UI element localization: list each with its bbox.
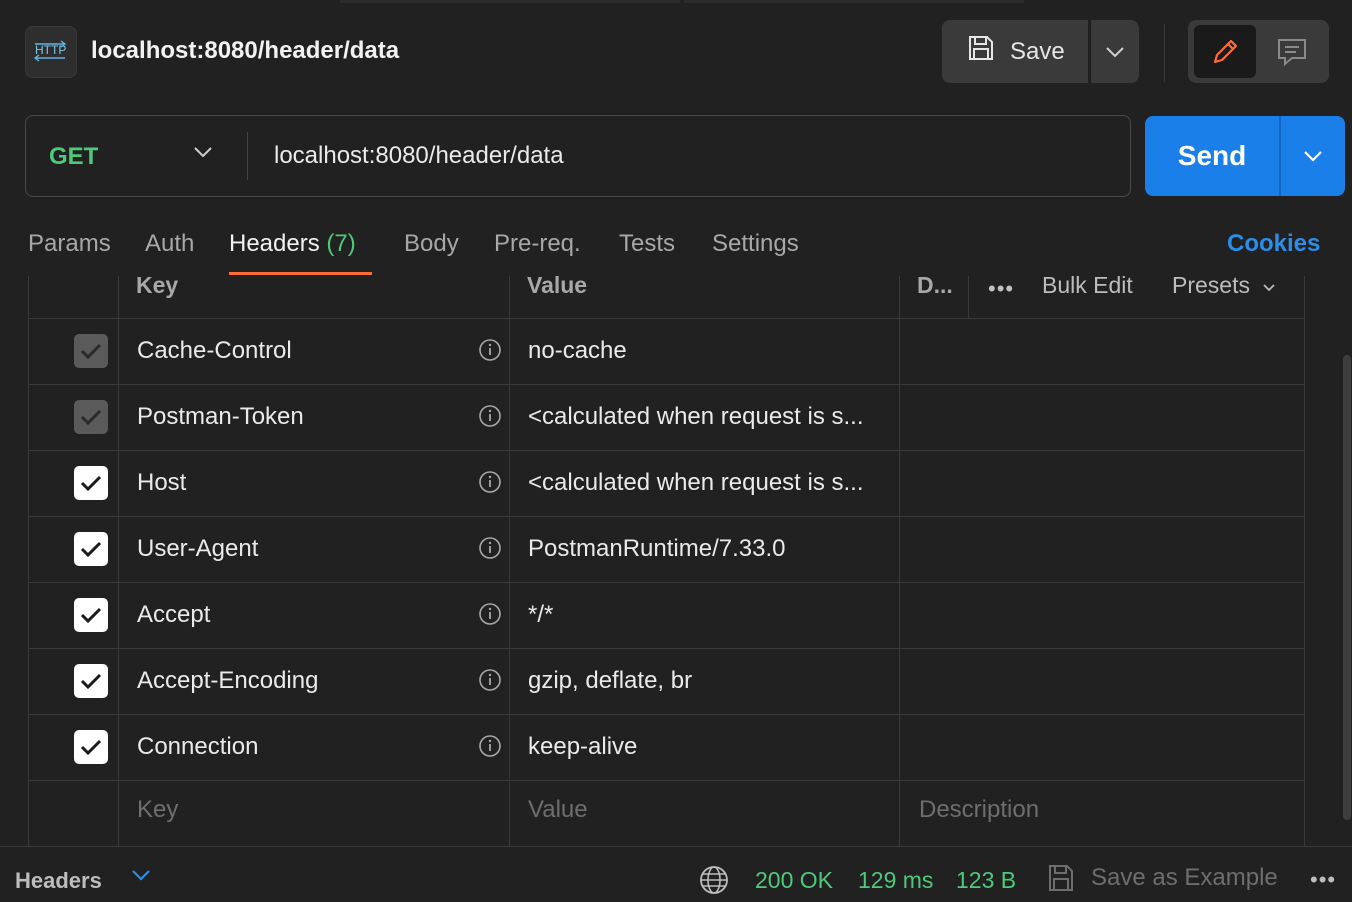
column-header-description: D...	[917, 272, 953, 298]
column-header-key: Key	[136, 272, 179, 298]
tab-headers-label: Headers	[229, 230, 320, 257]
tab-strip-segment	[340, 0, 680, 3]
table-row: User-Agent PostmanRuntime/7.33.0	[28, 516, 1305, 582]
checkmark-icon	[80, 673, 102, 690]
edit-mode-button[interactable]	[1194, 25, 1256, 78]
header-value: <calculated when request is s...	[528, 469, 864, 496]
col-divider	[968, 276, 969, 318]
more-options-icon[interactable]: •••	[988, 276, 1014, 302]
header-key: Cache-Control	[137, 337, 292, 364]
info-icon[interactable]	[478, 734, 502, 763]
method-select[interactable]: GET	[49, 143, 98, 171]
header-value: PostmanRuntime/7.33.0	[528, 535, 786, 562]
response-time[interactable]: 129 ms	[858, 867, 933, 894]
url-input[interactable]: localhost:8080/header/data	[274, 142, 564, 170]
tab-pre-request[interactable]: Pre-req.	[494, 230, 581, 258]
tab-headers-count: (7)	[326, 230, 356, 257]
more-options-icon[interactable]: •••	[1310, 867, 1336, 893]
row-checkbox[interactable]	[74, 466, 108, 500]
table-row: Cache-Control no-cache	[28, 318, 1305, 384]
checkmark-icon	[80, 409, 102, 426]
table-row: Postman-Token <calculated when request i…	[28, 384, 1305, 450]
info-icon[interactable]	[478, 668, 502, 697]
response-section-select[interactable]: Headers	[15, 868, 102, 894]
toolbar-divider	[1164, 24, 1165, 82]
table-row: Accept */*	[28, 582, 1305, 648]
svg-text:HTTP: HTTP	[35, 43, 66, 57]
comments-button[interactable]	[1262, 25, 1322, 78]
header-value: no-cache	[528, 337, 627, 364]
row-checkbox[interactable]	[74, 400, 108, 434]
active-tab-indicator	[229, 272, 372, 275]
tab-auth[interactable]: Auth	[145, 230, 194, 258]
url-divider	[247, 132, 248, 180]
globe-icon[interactable]	[698, 864, 730, 901]
checkmark-icon	[80, 607, 102, 624]
checkmark-icon	[80, 739, 102, 756]
info-icon[interactable]	[478, 470, 502, 499]
info-icon[interactable]	[478, 536, 502, 565]
checkmark-icon	[80, 541, 102, 558]
header-value: gzip, deflate, br	[528, 667, 693, 694]
row-checkbox[interactable]	[74, 532, 108, 566]
tab-tests[interactable]: Tests	[619, 230, 675, 258]
header-value: */*	[528, 601, 554, 628]
send-options-button[interactable]	[1281, 116, 1345, 196]
new-key-input[interactable]: Key	[137, 796, 178, 824]
header-value: keep-alive	[528, 733, 638, 760]
column-header-value: Value	[527, 272, 588, 298]
header-key: Accept	[137, 601, 211, 628]
save-icon	[966, 33, 996, 70]
save-button[interactable]: Save	[942, 20, 1088, 83]
header-key: User-Agent	[137, 535, 259, 562]
comment-icon	[1278, 38, 1306, 66]
chevron-down-icon	[1106, 46, 1124, 57]
url-bar	[25, 115, 1131, 197]
save-as-example-button[interactable]: Save as Example	[1091, 864, 1278, 892]
new-description-input[interactable]: Description	[919, 796, 1039, 824]
header-key: Postman-Token	[137, 403, 304, 430]
http-icon: HTTP	[25, 26, 77, 78]
request-title[interactable]: localhost:8080/header/data	[91, 37, 399, 65]
table-row: Host <calculated when request is s...	[28, 450, 1305, 516]
pencil-icon	[1213, 39, 1238, 63]
new-value-input[interactable]: Value	[528, 796, 588, 824]
header-value: <calculated when request is s...	[528, 403, 864, 430]
table-row: Accept-Encoding gzip, deflate, br	[28, 648, 1305, 714]
presets-label: Presets	[1172, 272, 1250, 298]
header-key: Connection	[137, 733, 259, 760]
header-key: Accept-Encoding	[137, 667, 319, 694]
tab-params[interactable]: Params	[28, 230, 111, 258]
tab-body[interactable]: Body	[404, 230, 459, 258]
tab-settings[interactable]: Settings	[712, 230, 799, 258]
save-options-button[interactable]	[1091, 20, 1139, 83]
save-icon	[1046, 862, 1076, 899]
tab-strip-segment	[684, 0, 1024, 3]
row-checkbox[interactable]	[74, 334, 108, 368]
chevron-down-icon[interactable]	[130, 868, 152, 887]
new-header-row: Key Value Description	[28, 780, 1305, 846]
table-row: Connection keep-alive	[28, 714, 1305, 780]
checkmark-icon	[80, 475, 102, 492]
row-checkbox[interactable]	[74, 598, 108, 632]
presets-dropdown[interactable]: Presets	[1172, 272, 1276, 299]
header-key: Host	[137, 469, 187, 496]
info-icon[interactable]	[478, 338, 502, 367]
info-icon[interactable]	[478, 404, 502, 433]
chevron-down-icon[interactable]	[192, 145, 214, 164]
save-label: Save	[1010, 37, 1065, 65]
send-button[interactable]: Send	[1145, 116, 1279, 196]
row-checkbox[interactable]	[74, 730, 108, 764]
scrollbar[interactable]	[1343, 355, 1351, 820]
chevron-down-icon	[1263, 284, 1276, 292]
tab-headers[interactable]: Headers (7)	[229, 230, 356, 258]
chevron-down-icon	[1304, 151, 1322, 162]
row-checkbox[interactable]	[74, 664, 108, 698]
cookies-link[interactable]: Cookies	[1227, 230, 1320, 258]
bulk-edit-button[interactable]: Bulk Edit	[1042, 272, 1133, 299]
checkmark-icon	[80, 343, 102, 360]
info-icon[interactable]	[478, 602, 502, 631]
response-size[interactable]: 123 B	[956, 867, 1016, 894]
response-status[interactable]: 200 OK	[755, 867, 833, 894]
